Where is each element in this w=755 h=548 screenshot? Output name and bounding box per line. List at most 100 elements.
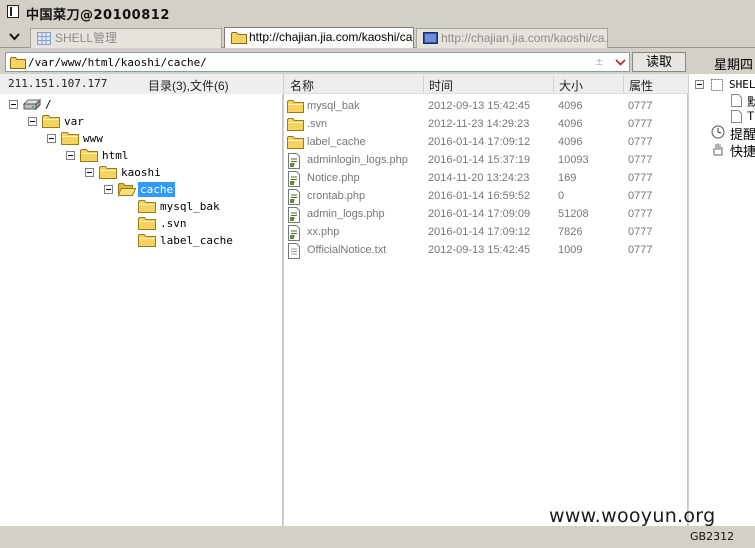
weekday-label: 星期四 [714,57,754,72]
file-time: 2016-01-14 17:09:12 [428,136,531,148]
folder-icon [10,56,26,72]
folder-icon [138,233,156,250]
file-perm: 0777 [628,190,653,202]
file-size: 0 [558,190,565,202]
file-name: crontab.php [307,190,366,202]
column-header-size[interactable]: 大小 [559,77,583,94]
path-dropdown-button[interactable] [612,53,628,71]
tree-node-label: kaoshi [121,166,161,179]
file-icon [731,94,742,110]
file-size: 4096 [558,136,583,148]
table-row[interactable]: label_cache 2016-01-14 17:09:12 4096 0777 [284,134,688,152]
collapse-icon[interactable] [104,185,113,194]
column-divider[interactable] [553,76,554,92]
tree-node-label: cache [138,182,176,197]
file-time: 2016-01-14 17:09:12 [428,226,531,238]
encoding-indicator: GB2312 [690,530,735,543]
table-row[interactable]: adminlogin_logs.php 2016-01-14 15:37:19 10… [284,152,688,170]
file-perm: 0777 [628,172,653,184]
collapse-icon[interactable] [47,134,56,143]
table-row[interactable]: Notice.php 2014-11-20 13:24:23 169 0777 [284,170,688,188]
tree-node-label: mysql_bak [160,200,220,213]
plus-minus-icon[interactable]: ± [596,54,603,68]
column-header-name[interactable]: 名称 [290,77,314,94]
folder-icon [287,99,304,116]
dir-file-counts: 目录(3),文件(6) [148,79,229,93]
file-size: 1009 [558,244,583,256]
child-label: 默 [747,95,755,109]
clock-icon [711,125,725,142]
window-icon [7,5,19,18]
table-row[interactable]: mysql_bak 2012-09-13 15:42:45 4096 0777 [284,98,688,116]
table-row[interactable]: crontab.php 2016-01-14 16:59:52 0 0777 [284,188,688,206]
path-combobox[interactable]: ± [5,52,630,72]
tab-label: http://chajian.jia.com/kaoshi/ca... [249,30,414,44]
window-title: 中国菜刀@20100812 [26,8,170,23]
shell-icon [711,79,723,94]
table-row[interactable]: admin_logs.php 2016-01-14 17:09:09 51208 07… [284,206,688,224]
file-time: 2016-01-14 15:37:19 [428,154,531,166]
file-time: 2012-11-23 14:29:23 [428,118,530,130]
chevron-down-icon [614,58,626,66]
file-perm: 0777 [628,154,653,166]
collapse-icon[interactable] [66,151,75,160]
table-row[interactable]: xx.php 2016-01-14 17:09:12 7826 0777 [284,224,688,242]
shortcuts-panel: SHELL 默 T 提醒 快捷 [689,74,755,526]
drive-icon [22,97,42,114]
tree-node-label: www [83,132,103,145]
column-divider[interactable] [623,76,624,92]
folder-icon [231,31,247,48]
tab-bar: SHELL管理 http://chajian.jia.com/kaoshi/ca… [0,26,755,48]
folder-icon [287,117,304,134]
table-row[interactable]: .svn 2012-11-23 14:29:23 4096 0777 [284,116,688,134]
shortcut-label: 快捷 [730,144,755,159]
tab-shell-manager[interactable]: SHELL管理 [30,28,222,48]
folder-icon [99,165,117,182]
file-name: label_cache [307,136,366,148]
tree-node-label: .svn [160,217,187,230]
file-list-panel: 名称 时间 大小 属性 mysql_bak 2012-09-13 15:42:45… [284,74,688,526]
file-time: 2016-01-14 17:09:09 [428,208,531,220]
title-bar: 中国菜刀@20100812 [0,0,755,24]
file-time: 2012-09-13 15:42:45 [428,244,531,256]
server-info-header: 211.151.107.177 目录(3),文件(6) [0,74,283,94]
folder-open-icon [117,182,137,199]
collapse-icon[interactable] [85,168,94,177]
file-size: 4096 [558,118,583,130]
table-row[interactable]: OfficialNotice.txt 2012-09-13 15:42:45 100… [284,242,688,260]
folder-icon [287,135,304,152]
collapse-icon[interactable] [695,80,704,89]
tab-label: http://chajian.jia.com/kaoshi/ca... [441,31,608,45]
address-row: ± 读取 星期四 [0,50,755,74]
column-divider[interactable] [423,76,424,92]
tree-node-label: html [102,149,129,162]
path-input[interactable] [28,54,588,70]
collapse-icon[interactable] [28,117,37,126]
hand-icon [711,142,725,159]
file-time: 2014-11-20 13:24:23 [428,172,530,184]
file-list-header: 名称 时间 大小 属性 [284,74,688,94]
folder-icon [138,216,156,233]
column-header-time[interactable]: 时间 [429,77,453,94]
collapse-icon[interactable] [9,100,18,109]
folder-icon [80,148,98,165]
tab-virtual-terminal[interactable]: http://chajian.jia.com/kaoshi/ca... [416,28,608,48]
file-perm: 0777 [628,208,653,220]
tab-file-manager[interactable]: http://chajian.jia.com/kaoshi/ca... [224,27,414,48]
column-header-perm[interactable]: 属性 [629,77,653,94]
tab-menu-button[interactable] [0,26,28,47]
chevron-down-icon [8,32,20,40]
grid-icon [37,32,51,48]
file-perm: 0777 [628,136,653,148]
text-file-icon [287,243,301,262]
tree-node-label: / [45,98,52,111]
tree-node-label: label_cache [160,234,233,247]
tree-node-label: var [64,115,84,128]
file-size: 51208 [558,208,589,220]
file-name: .svn [307,118,328,130]
shell-label: SHELL [729,78,755,91]
file-size: 7826 [558,226,583,238]
file-perm: 0777 [628,118,653,130]
read-button[interactable]: 读取 [632,52,686,72]
folder-icon [42,114,60,131]
